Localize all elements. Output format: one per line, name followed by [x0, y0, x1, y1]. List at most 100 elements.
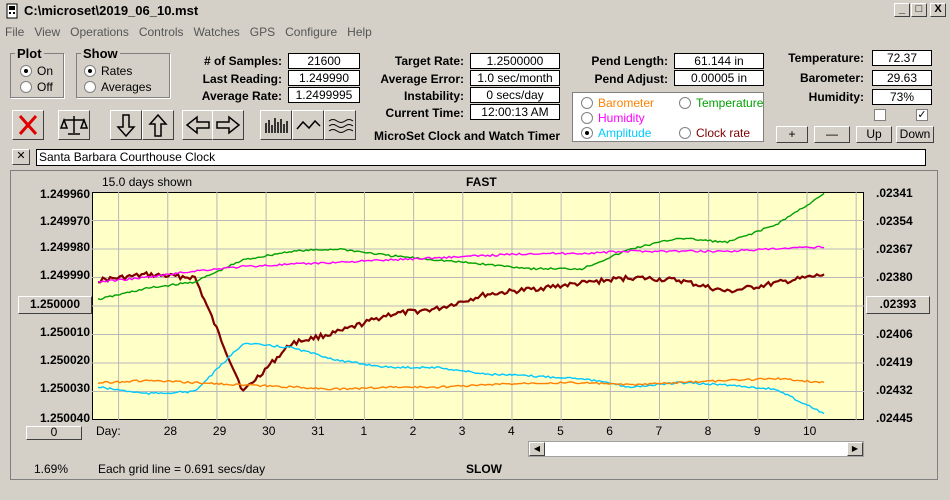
x-tick-label: 30: [262, 424, 276, 438]
left-axis-label: 1.249960: [39, 187, 90, 201]
temperature-value: 72.37: [872, 50, 932, 66]
days-shown-label: 15.0 days shown: [102, 175, 193, 189]
instability-label: Instability:: [403, 89, 464, 103]
left-axis-label: 1.249970: [39, 214, 90, 228]
menu-configure[interactable]: Configure: [280, 22, 342, 42]
x-tick-label: 10: [802, 424, 817, 438]
balance-button[interactable]: [58, 110, 90, 140]
pend-length-label: Pend Length:: [591, 54, 668, 68]
pend-adjust-label: Pend Adjust:: [594, 72, 668, 86]
arrow-left-icon: [185, 115, 210, 135]
chart-scrollbar[interactable]: ◀ ▶: [528, 441, 864, 457]
menu-operations[interactable]: Operations: [65, 22, 134, 42]
right-axis-label: .02445: [876, 411, 913, 425]
stop-button[interactable]: [12, 110, 44, 140]
radio-dot: [581, 112, 593, 124]
bar-graph-button[interactable]: [260, 110, 292, 140]
right-axis-label: .02367: [876, 242, 913, 256]
x-tick-label: 7: [655, 424, 663, 438]
legend-amplitude[interactable]: Amplitude: [581, 126, 651, 140]
percent-label: 1.69%: [34, 462, 69, 476]
legend-clock-rate-label: Clock rate: [696, 126, 751, 140]
minus-button[interactable]: —: [814, 126, 850, 143]
x-tick-label: 1: [360, 424, 368, 438]
legend-humidity[interactable]: Humidity: [581, 111, 645, 125]
legend-barometer-label: Barometer: [598, 96, 655, 110]
down-button[interactable]: Down: [896, 126, 934, 143]
menu-help[interactable]: Help: [342, 22, 377, 42]
right-axis-label: .02406: [876, 327, 913, 341]
left-checkbox[interactable]: [874, 109, 886, 121]
right-axis-label: .02419: [876, 355, 913, 369]
radio-dot: [84, 81, 96, 93]
line-graph-button[interactable]: [292, 110, 324, 140]
scroll-right-arrow-icon[interactable]: ▶: [847, 442, 863, 456]
close-button[interactable]: X: [930, 3, 946, 17]
pend-length-field[interactable]: 61.144 in: [674, 53, 764, 69]
arrow-down-icon: [116, 114, 136, 138]
show-averages-radio[interactable]: Averages: [84, 80, 151, 94]
menu-controls[interactable]: Controls: [134, 22, 189, 42]
maximize-button[interactable]: □: [911, 3, 927, 17]
title-bar: C:\microset\2019_06_10.mst _ □ X: [0, 0, 950, 22]
menu-file[interactable]: File: [0, 22, 29, 42]
wave-graph-button[interactable]: [324, 110, 356, 140]
clear-name-button[interactable]: ✕: [12, 149, 30, 165]
last-reading-label: Last Reading:: [202, 72, 282, 86]
menu-view[interactable]: View: [29, 22, 65, 42]
stop-icon: [18, 115, 38, 135]
arrow-right-icon: [216, 115, 241, 135]
legend-barometer[interactable]: Barometer: [581, 96, 654, 110]
left-axis-label: 1.250030: [39, 381, 90, 395]
show-group-title: Show: [83, 46, 118, 61]
left-axis-label: 1.250020: [39, 353, 90, 367]
humidity-value: 73%: [872, 89, 932, 105]
minimize-button[interactable]: _: [894, 3, 910, 17]
x-tick-label: 4: [507, 424, 515, 438]
right-checkbox[interactable]: ✓: [916, 109, 928, 121]
clock-name-input[interactable]: Santa Barbara Courthouse Clock: [36, 149, 926, 166]
x-tick-label: 29: [212, 424, 227, 438]
right-center-button[interactable]: .02393: [866, 296, 930, 314]
current-time-value: 12:00:13 AM: [470, 104, 560, 120]
x-tick-label: 31: [311, 424, 325, 438]
x-tick-label: 8: [704, 424, 712, 438]
barometer-value: 29.63: [872, 70, 932, 86]
show-averages-label: Averages: [101, 80, 152, 94]
offset-button[interactable]: 0: [26, 426, 82, 440]
left-center-button[interactable]: 1.250000: [18, 296, 92, 314]
samples-label: # of Samples:: [203, 54, 282, 68]
menu-gps[interactable]: GPS: [245, 22, 280, 42]
radio-dot: [581, 127, 593, 139]
menu-watches[interactable]: Watches: [189, 22, 245, 42]
scroll-left-arrow-icon[interactable]: ◀: [529, 442, 545, 456]
x-tick-label: 6: [606, 424, 613, 438]
slow-label: SLOW: [466, 462, 502, 476]
plot-on-radio[interactable]: On: [20, 64, 53, 78]
up-button[interactable]: Up: [856, 126, 892, 143]
legend-clock-rate[interactable]: Clock rate: [679, 126, 750, 140]
current-time-label: Current Time:: [385, 106, 464, 120]
left-axis-label: 1.250040: [39, 411, 90, 425]
legend-temperature[interactable]: Temperature: [679, 96, 763, 110]
legend-temperature-label: Temperature: [696, 96, 764, 110]
show-rates-radio[interactable]: Rates: [84, 64, 132, 78]
legend-box: Barometer Temperature Humidity Amplitude…: [572, 92, 764, 142]
scroll-thumb[interactable]: [545, 442, 847, 456]
radio-dot: [84, 65, 96, 77]
plot-on-label: On: [37, 64, 54, 78]
left-axis-label: 1.249980: [39, 240, 90, 254]
grid-note: Each grid line = 0.691 secs/day: [98, 462, 266, 476]
arrow-up-button[interactable]: [142, 110, 174, 140]
arrow-left-button[interactable]: [182, 110, 214, 140]
samples-value: 21600: [288, 53, 360, 69]
line-graph-icon: [296, 119, 321, 130]
arrow-right-button[interactable]: [212, 110, 244, 140]
pend-adjust-field[interactable]: 0.00005 in: [674, 70, 764, 86]
arrow-down-button[interactable]: [110, 110, 142, 140]
x-tick-label: 3: [458, 424, 466, 438]
target-rate-field[interactable]: 1.2500000: [470, 53, 560, 69]
plus-button[interactable]: +: [776, 126, 808, 143]
menu-bar: File View Operations Controls Watches GPS Conf…: [0, 22, 950, 42]
plot-off-radio[interactable]: Off: [20, 80, 53, 94]
